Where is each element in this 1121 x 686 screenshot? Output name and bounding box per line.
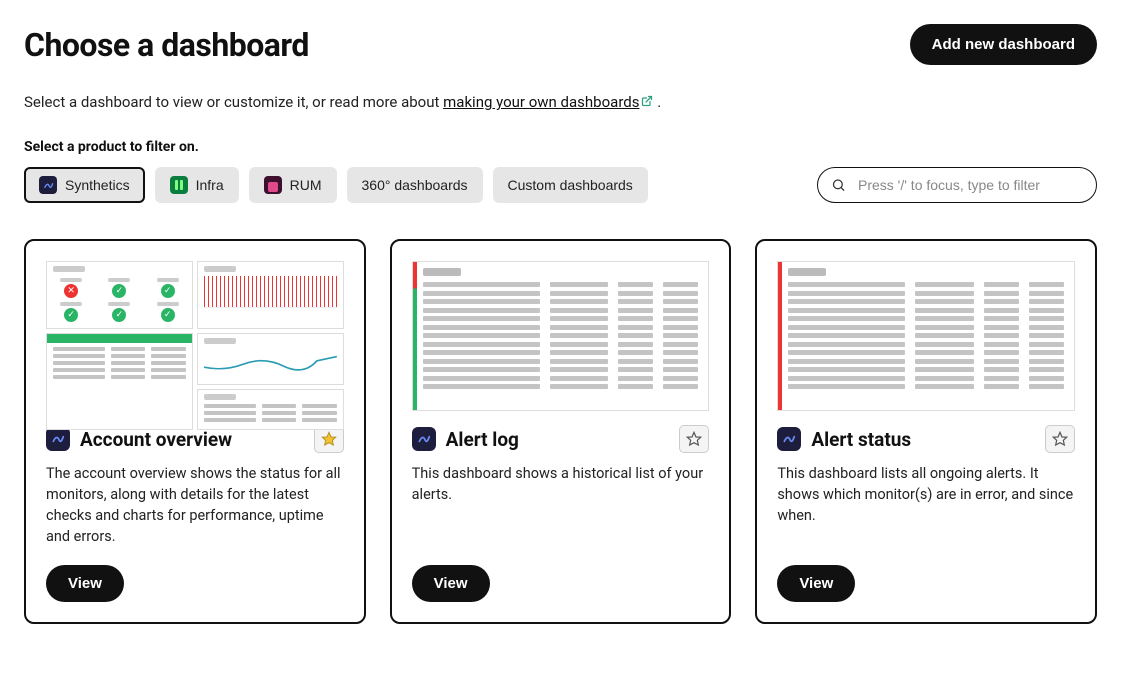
filter-label-text: 360° dashboards bbox=[362, 177, 468, 193]
subtitle-suffix: . bbox=[657, 93, 661, 111]
filter-360-dashboards[interactable]: 360° dashboards bbox=[347, 167, 483, 203]
page-subtitle: Select a dashboard to view or customize … bbox=[24, 93, 1097, 111]
card-preview: ✕ ✓ ✓ ✓ ✓ ✓ bbox=[46, 261, 344, 411]
filter-label-text: RUM bbox=[290, 177, 322, 193]
filter-infra[interactable]: Infra bbox=[155, 167, 239, 203]
external-link-icon bbox=[641, 95, 653, 111]
card-preview bbox=[777, 261, 1075, 411]
favorite-button[interactable] bbox=[679, 425, 709, 453]
infra-icon bbox=[170, 176, 188, 194]
filter-section-label: Select a product to filter on. bbox=[24, 139, 1097, 155]
card-title: Alert status bbox=[811, 428, 1035, 451]
synthetics-icon bbox=[39, 176, 57, 194]
rum-icon bbox=[264, 176, 282, 194]
star-icon bbox=[321, 431, 337, 447]
filter-label-text: Custom dashboards bbox=[508, 177, 633, 193]
view-button[interactable]: View bbox=[46, 565, 124, 602]
filter-label-text: Synthetics bbox=[65, 177, 130, 193]
card-description: The account overview shows the status fo… bbox=[46, 463, 344, 547]
card-title: Account overview bbox=[80, 428, 304, 451]
search-input[interactable] bbox=[817, 167, 1097, 203]
dashboard-card-account-overview: ✕ ✓ ✓ ✓ ✓ ✓ bbox=[24, 239, 366, 624]
subtitle-text: Select a dashboard to view or customize … bbox=[24, 93, 443, 111]
filter-label-text: Infra bbox=[196, 177, 224, 193]
filter-row: Synthetics Infra RUM 360° dashboards Cus… bbox=[24, 167, 1097, 203]
filter-synthetics[interactable]: Synthetics bbox=[24, 167, 145, 203]
synthetics-app-icon bbox=[412, 427, 436, 451]
add-new-dashboard-button[interactable]: Add new dashboard bbox=[910, 24, 1097, 65]
synthetics-app-icon bbox=[46, 427, 70, 451]
making-dashboards-link[interactable]: making your own dashboards bbox=[443, 93, 653, 111]
filter-rum[interactable]: RUM bbox=[249, 167, 337, 203]
view-button[interactable]: View bbox=[412, 565, 490, 602]
favorite-button[interactable] bbox=[1045, 425, 1075, 453]
star-icon bbox=[1052, 431, 1068, 447]
dashboard-cards: ✕ ✓ ✓ ✓ ✓ ✓ bbox=[24, 239, 1097, 624]
synthetics-app-icon bbox=[777, 427, 801, 451]
card-description: This dashboard shows a historical list o… bbox=[412, 463, 710, 547]
dashboard-card-alert-status: Alert status This dashboard lists all on… bbox=[755, 239, 1097, 624]
card-description: This dashboard lists all ongoing alerts.… bbox=[777, 463, 1075, 547]
page-title: Choose a dashboard bbox=[24, 26, 309, 64]
star-icon bbox=[686, 431, 702, 447]
card-title: Alert log bbox=[446, 428, 670, 451]
view-button[interactable]: View bbox=[777, 565, 855, 602]
dashboard-card-alert-log: Alert log This dashboard shows a histori… bbox=[390, 239, 732, 624]
filter-custom-dashboards[interactable]: Custom dashboards bbox=[493, 167, 648, 203]
card-preview bbox=[412, 261, 710, 411]
